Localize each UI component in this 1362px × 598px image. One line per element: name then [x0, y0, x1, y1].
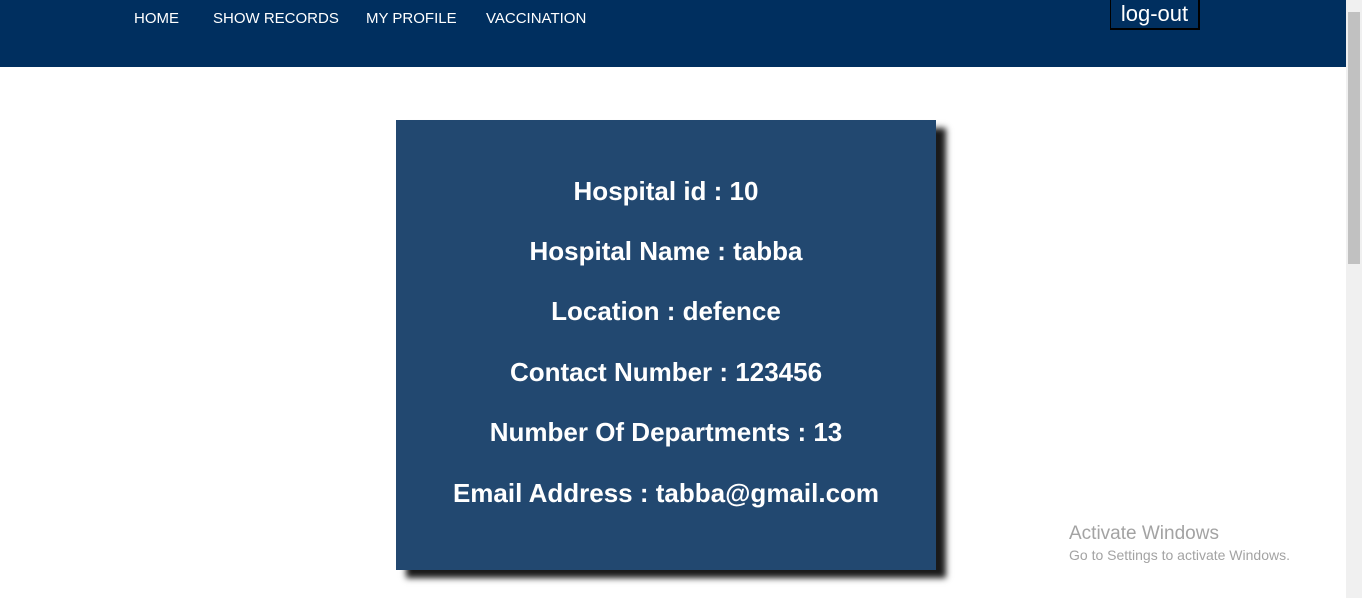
- email-address-text: Email Address : tabba@gmail.com: [452, 478, 880, 508]
- activate-windows-title: Activate Windows: [1069, 523, 1219, 544]
- activate-windows-subtitle: Go to Settings to activate Windows.: [1069, 547, 1290, 563]
- nav-link-show-records[interactable]: SHOW RECORDS: [213, 10, 339, 28]
- departments-count-text: Number Of Departments : 13: [489, 417, 843, 447]
- scrollbar-thumb[interactable]: [1348, 12, 1360, 264]
- nav-link-vaccination[interactable]: VACCINATION: [486, 10, 586, 28]
- nav-link-my-profile[interactable]: MY PROFILE: [366, 10, 457, 28]
- nav-link-home[interactable]: HOME: [134, 10, 179, 28]
- location-text: Location : defence: [551, 296, 781, 326]
- page: HOME SHOW RECORDS MY PROFILE VACCINATION…: [0, 0, 1362, 598]
- hospital-profile-card: Hospital id : 10 Hospital Name : tabba L…: [396, 120, 936, 570]
- logout-button[interactable]: log-out: [1110, 0, 1200, 30]
- contact-number-text: Contact Number : 123456: [509, 357, 823, 387]
- hospital-id-text: Hospital id : 10: [573, 176, 759, 206]
- top-navbar: HOME SHOW RECORDS MY PROFILE VACCINATION…: [0, 0, 1346, 67]
- hospital-name-text: Hospital Name : tabba: [529, 236, 803, 266]
